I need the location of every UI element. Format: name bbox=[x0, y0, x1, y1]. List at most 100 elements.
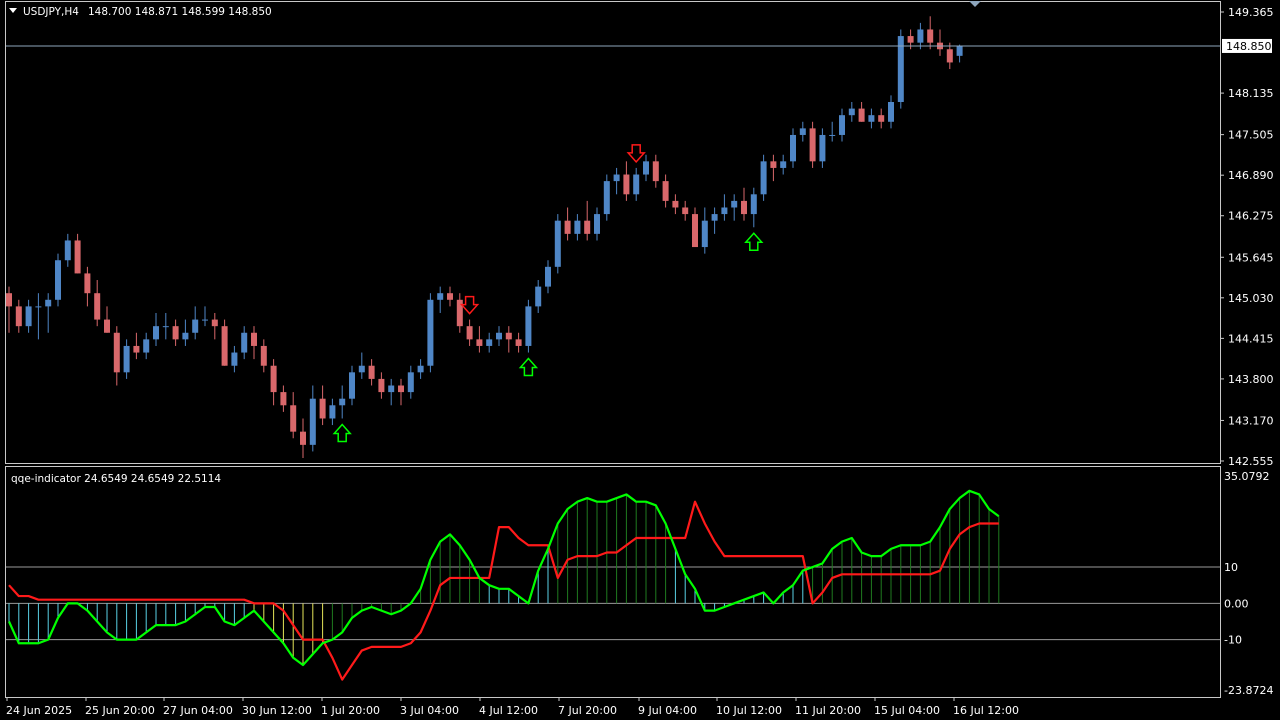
candle-body bbox=[662, 181, 669, 201]
candle-body bbox=[927, 29, 934, 43]
candle-body bbox=[133, 345, 140, 353]
time-axis-label: 24 Jun 2025 bbox=[6, 704, 72, 717]
candle-body bbox=[760, 161, 767, 195]
candle-body bbox=[162, 326, 169, 328]
candle-body bbox=[211, 319, 218, 327]
price-axis-label: 143.800 bbox=[1228, 373, 1274, 386]
time-axis-label: 15 Jul 04:00 bbox=[874, 704, 940, 717]
candle-body bbox=[535, 286, 542, 307]
candle-body bbox=[496, 332, 502, 340]
candle-body bbox=[750, 194, 757, 215]
candle-body bbox=[153, 326, 159, 340]
time-axis-label: 30 Jun 12:00 bbox=[242, 704, 312, 717]
price-axis-label: 145.645 bbox=[1228, 251, 1274, 264]
candle-body bbox=[868, 115, 875, 122]
candle-body bbox=[780, 161, 787, 168]
candle-body bbox=[525, 306, 532, 346]
time-axis-label: 27 Jun 04:00 bbox=[163, 704, 233, 717]
candle-body bbox=[339, 398, 346, 406]
candle-body bbox=[35, 306, 42, 308]
candle-body bbox=[309, 398, 316, 445]
candle-body bbox=[456, 299, 463, 327]
candle-body bbox=[505, 332, 512, 340]
candle-body bbox=[652, 161, 659, 182]
ohlc-readout: 148.700 148.871 148.599 148.850 bbox=[88, 6, 272, 18]
candle-body bbox=[633, 174, 640, 195]
candle-body bbox=[358, 365, 365, 373]
time-axis-label: 10 Jul 12:00 bbox=[716, 704, 782, 717]
candle-body bbox=[231, 352, 238, 366]
time-axis-label: 16 Jul 12:00 bbox=[953, 704, 1019, 717]
current-price-label: 148.850 bbox=[1226, 40, 1272, 53]
candle-body bbox=[692, 214, 698, 248]
candle-body bbox=[260, 345, 267, 366]
price-axis-label: 145.030 bbox=[1228, 292, 1274, 305]
candle-body bbox=[643, 161, 649, 175]
candle-body bbox=[368, 365, 375, 379]
candle-body bbox=[809, 128, 816, 162]
candle-body bbox=[104, 319, 110, 333]
indicator-axis-label: 0.00 bbox=[1224, 597, 1249, 610]
candle-body bbox=[221, 326, 228, 366]
candle-body bbox=[594, 214, 600, 234]
candle-body bbox=[251, 332, 257, 346]
candle-body bbox=[799, 128, 806, 135]
candle-body bbox=[15, 306, 22, 327]
candle-body bbox=[848, 108, 855, 116]
candle-body bbox=[84, 273, 91, 294]
candle-body bbox=[25, 306, 32, 327]
candle-body bbox=[437, 293, 444, 300]
candle-body bbox=[770, 161, 777, 168]
candle-body bbox=[819, 134, 826, 162]
price-panel[interactable] bbox=[5, 1, 1221, 464]
candle-body bbox=[711, 214, 718, 221]
candle-body bbox=[486, 339, 493, 346]
candle-body bbox=[603, 181, 610, 215]
candle-body bbox=[94, 293, 101, 320]
candle-body bbox=[476, 339, 483, 346]
price-axis-label: 143.170 bbox=[1228, 414, 1274, 427]
candle-body bbox=[584, 220, 591, 234]
candle-body bbox=[946, 49, 953, 63]
symbol-label: USDJPY,H4 bbox=[23, 6, 79, 18]
candle-body bbox=[574, 220, 581, 234]
candle-body bbox=[682, 207, 689, 215]
time-axis-label: 9 Jul 04:00 bbox=[638, 704, 697, 717]
candle-body bbox=[241, 332, 248, 353]
candle-body bbox=[731, 200, 738, 208]
candle-body bbox=[878, 115, 885, 122]
candle-body bbox=[721, 207, 728, 215]
candle-body bbox=[956, 45, 963, 56]
candle-body bbox=[888, 101, 894, 122]
indicator-panel[interactable] bbox=[5, 466, 1221, 698]
candle-body bbox=[839, 115, 845, 135]
candle-body bbox=[741, 200, 747, 215]
candle-body bbox=[613, 174, 620, 182]
candle-body bbox=[290, 405, 297, 432]
candle-body bbox=[349, 372, 355, 399]
indicator-axis-label: -10 bbox=[1224, 634, 1242, 647]
indicator-readout: qqe-indicator 24.6549 24.6549 22.5114 bbox=[11, 473, 221, 485]
candle-body bbox=[701, 220, 708, 248]
candle-body bbox=[74, 240, 81, 274]
candle-body bbox=[417, 365, 424, 373]
price-axis-label: 146.275 bbox=[1228, 210, 1274, 223]
candle-body bbox=[45, 299, 52, 307]
price-axis-label: 142.555 bbox=[1228, 455, 1274, 468]
candle-body bbox=[554, 220, 561, 267]
price-axis-label: 149.365 bbox=[1228, 6, 1274, 19]
candle-body bbox=[907, 36, 914, 43]
time-axis-label: 11 Jul 20:00 bbox=[795, 704, 861, 717]
candle-body bbox=[672, 200, 679, 208]
candle-body bbox=[192, 319, 199, 333]
trading-chart[interactable]: 149.365 148.135 147.505 146.890 146.275 145.6… bbox=[0, 0, 1280, 720]
time-axis-label: 1 Jul 20:00 bbox=[321, 704, 380, 717]
candle-body bbox=[790, 134, 796, 162]
candle-body bbox=[172, 326, 179, 340]
candle-body bbox=[917, 29, 924, 43]
indicator-axis-label: 10 bbox=[1224, 561, 1238, 574]
price-axis-label: 147.505 bbox=[1228, 129, 1274, 142]
candle-body bbox=[407, 372, 414, 393]
candle-body bbox=[858, 108, 865, 122]
candle-body bbox=[466, 326, 473, 340]
